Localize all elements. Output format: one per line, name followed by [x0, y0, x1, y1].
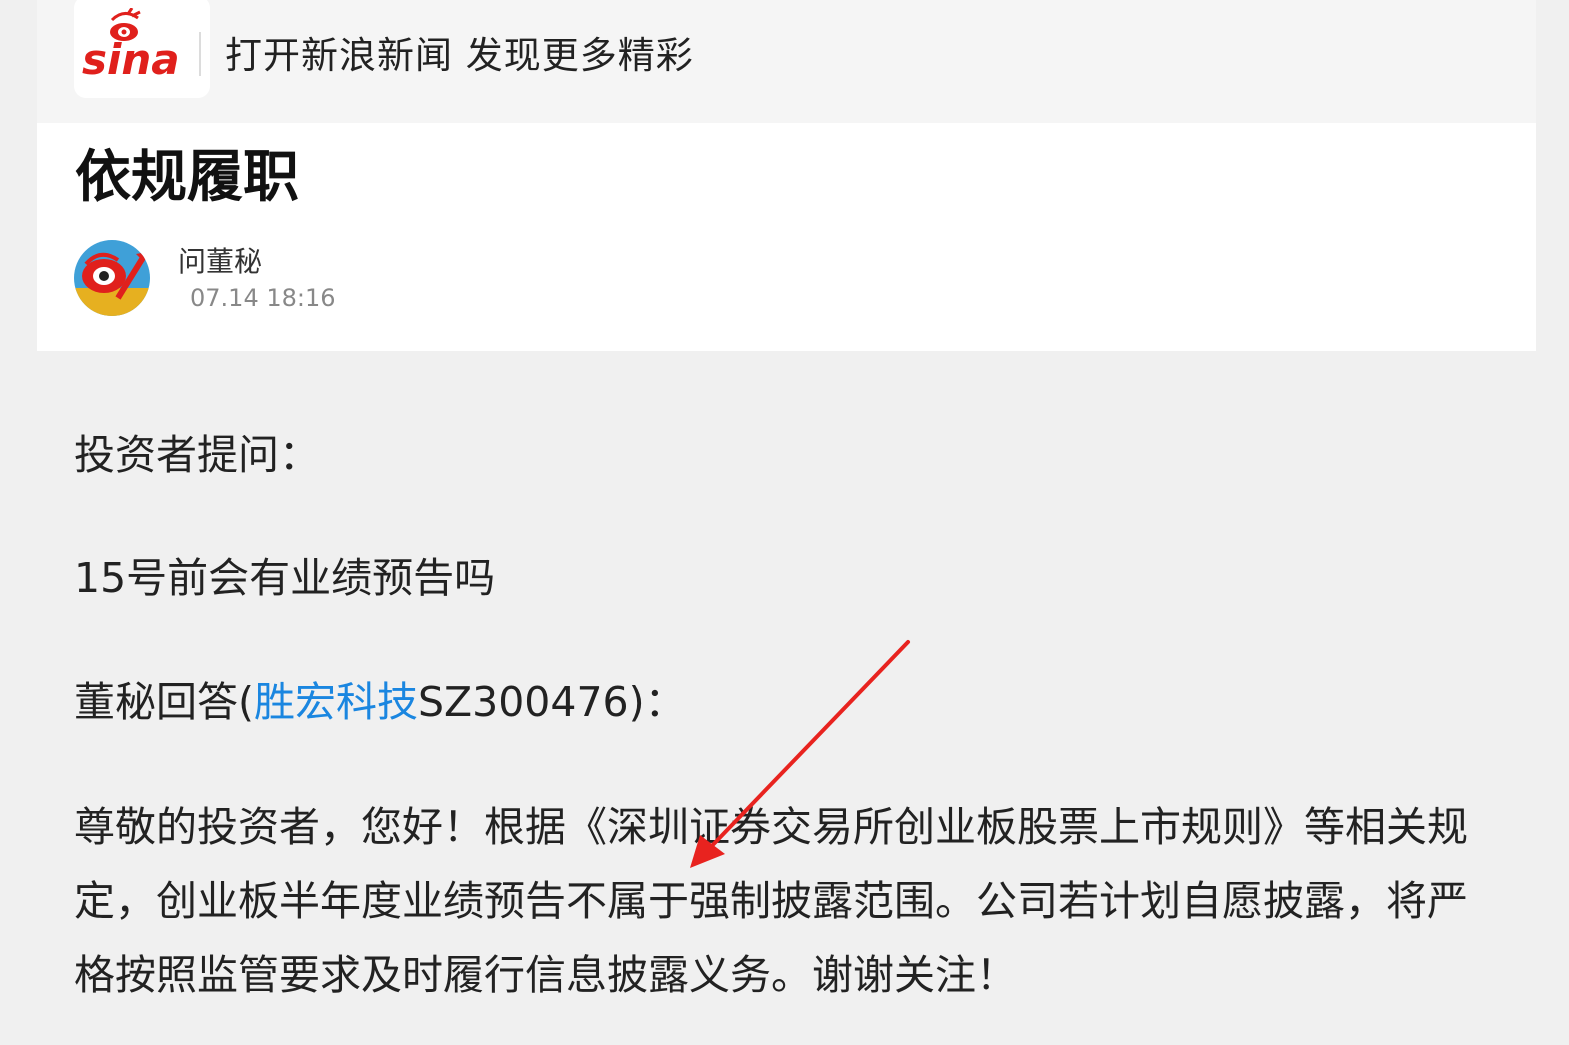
author-name[interactable]: 问董秘: [178, 245, 262, 279]
sina-logo-text: sina: [82, 35, 180, 84]
question-text: 15号前会有业绩预告吗: [74, 554, 496, 602]
article-title: 依规履职: [75, 145, 299, 210]
answer-label: 董秘回答(胜宏科技SZ300476)：: [74, 665, 1504, 739]
answer-text: 尊敬的投资者，您好！根据《深圳证券交易所创业板股票上市规则》等相关规定，创业板半…: [74, 803, 1468, 999]
company-stock-link[interactable]: 胜宏科技: [254, 678, 418, 726]
answer-label-suffix: SZ300476)：: [418, 678, 686, 726]
question-label: 投资者提问：: [74, 431, 320, 479]
open-app-banner[interactable]: sina 打开新浪新闻 发现更多精彩: [37, 0, 1536, 123]
article-header: 依规履职 问董秘 07.14 18:16: [37, 123, 1536, 351]
post-timestamp: 07.14 18:16: [190, 284, 336, 312]
banner-divider: [199, 32, 201, 76]
sina-logo-icon[interactable]: sina: [74, 0, 210, 98]
page: sina 打开新浪新闻 发现更多精彩 依规履职 问董秘 07.14 18:16 …: [0, 0, 1569, 1045]
answer-label-prefix: 董秘回答(: [74, 678, 254, 726]
open-app-prompt[interactable]: 打开新浪新闻 发现更多精彩: [225, 30, 694, 82]
sina-eye-avatar-icon[interactable]: [74, 240, 150, 316]
